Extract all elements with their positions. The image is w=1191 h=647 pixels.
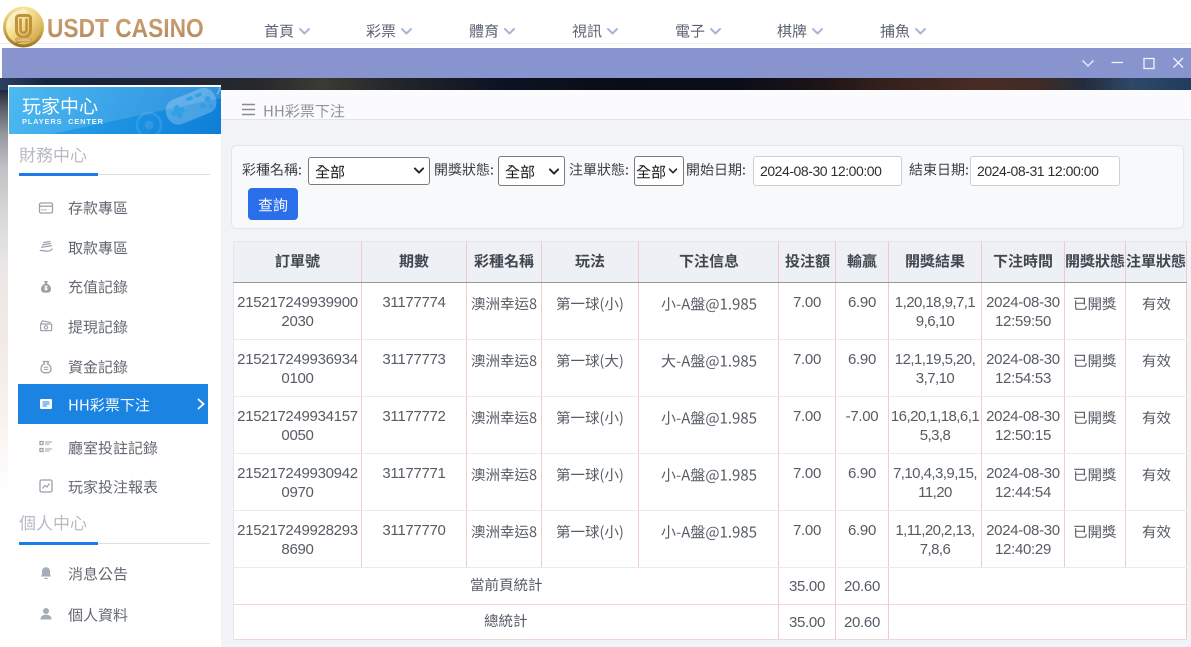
svg-text:CASINO: CASINO <box>17 38 31 42</box>
